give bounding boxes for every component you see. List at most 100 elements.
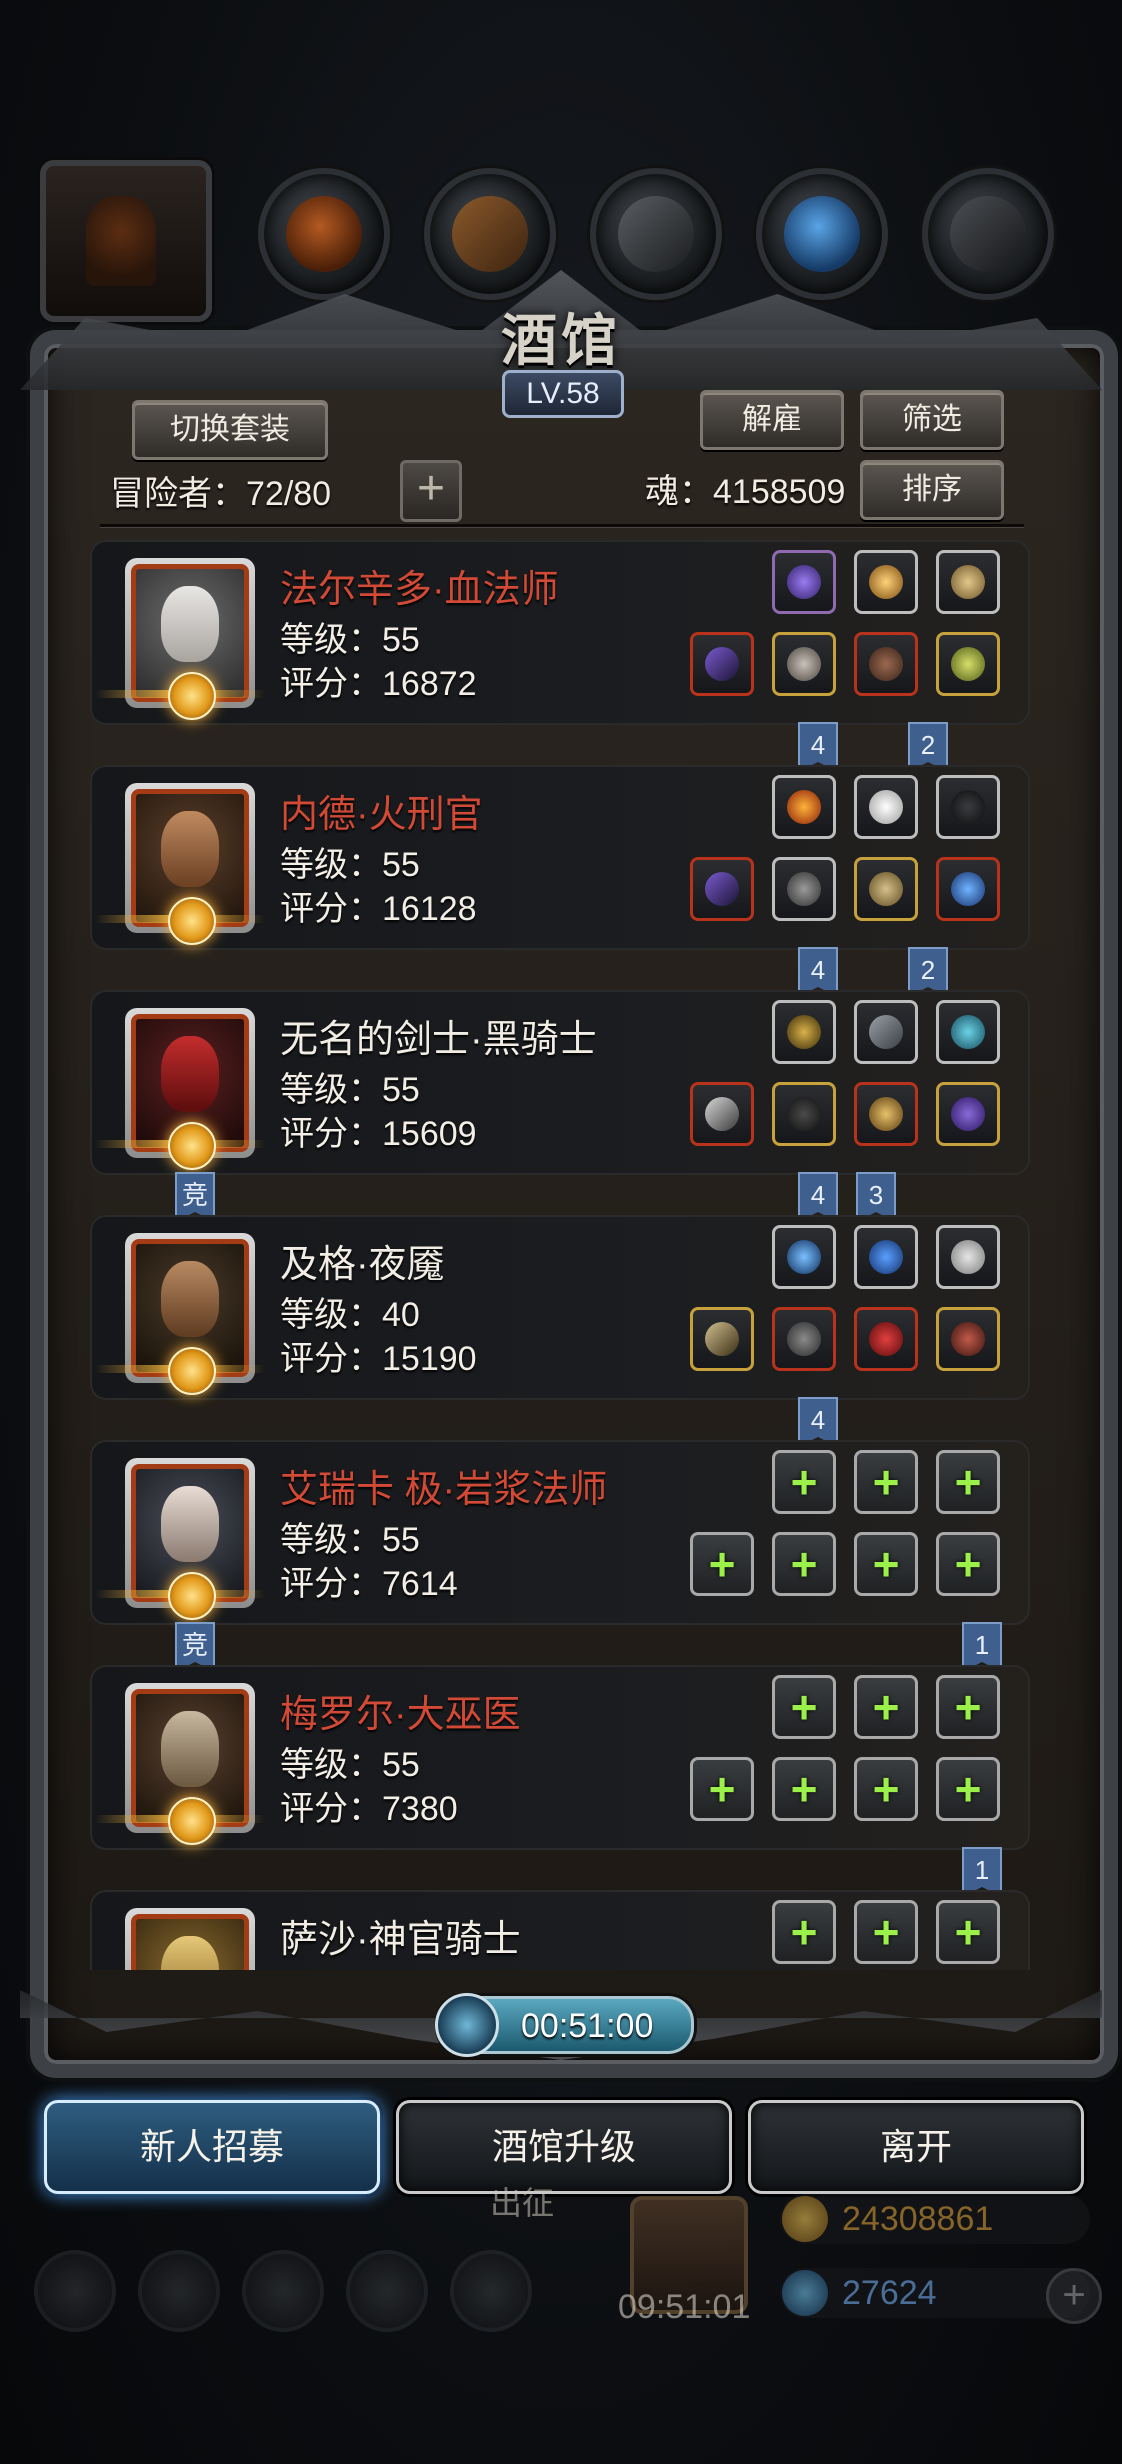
gear-slot[interactable] xyxy=(854,550,918,614)
gear-slot[interactable] xyxy=(936,857,1000,921)
recruit-button[interactable]: 新人招募 xyxy=(44,2100,380,2194)
gear-slot[interactable] xyxy=(772,1307,836,1371)
mace-icon xyxy=(705,872,739,906)
mask-icon xyxy=(787,1015,821,1049)
rank-star-icon xyxy=(168,1122,216,1170)
sort-button[interactable]: 排序 xyxy=(860,460,1004,520)
hero-row[interactable]: 无名的剑士·黑骑士 等级：55 评分：15609 xyxy=(90,990,1030,1175)
gear-slot[interactable] xyxy=(772,775,836,839)
stack-icon xyxy=(618,196,694,272)
category-tab-5[interactable] xyxy=(756,168,888,300)
armor-icon xyxy=(787,872,821,906)
category-tab-6[interactable] xyxy=(922,168,1054,300)
gear-slot[interactable] xyxy=(772,1225,836,1289)
gear-slot[interactable] xyxy=(690,1082,754,1146)
helmet-icon xyxy=(869,872,903,906)
pebble-icon xyxy=(951,1240,985,1274)
tavern-level-badge: LV.58 xyxy=(502,370,624,418)
hero-row[interactable]: 内德·火刑官 等级：55 评分：16128 xyxy=(90,765,1030,950)
empty-gear-slot[interactable]: + xyxy=(936,1532,1000,1596)
switch-outfit-button[interactable]: 切换套装 xyxy=(132,400,328,460)
add-gear-icon: + xyxy=(954,1906,982,1958)
hero-score: 评分：7614 xyxy=(280,1565,458,1603)
empty-gear-slot[interactable]: + xyxy=(690,1532,754,1596)
amulet-icon xyxy=(787,565,821,599)
filter-button[interactable]: 筛选 xyxy=(860,390,1004,450)
hero-row[interactable]: 法尔辛多·血法师 等级：55 评分：16872 xyxy=(90,540,1030,725)
gear-slot[interactable] xyxy=(936,550,1000,614)
leave-button[interactable]: 离开 xyxy=(748,2100,1084,2194)
blue-orb-icon xyxy=(787,1240,821,1274)
gear-slot[interactable] xyxy=(854,1000,918,1064)
gear-slot[interactable] xyxy=(936,1000,1000,1064)
empty-gear-slot[interactable]: + xyxy=(936,1900,1000,1964)
empty-gear-slot[interactable]: + xyxy=(854,1532,918,1596)
gear-slot[interactable] xyxy=(854,1225,918,1289)
add-currency-icon[interactable]: + xyxy=(1046,2268,1102,2324)
empty-gear-slot[interactable]: + xyxy=(936,1757,1000,1821)
empty-gear-slot[interactable]: + xyxy=(772,1675,836,1739)
crate-icon xyxy=(452,196,528,272)
mail-icon[interactable] xyxy=(346,2250,428,2332)
crystal-icon xyxy=(951,1015,985,1049)
tome-icon xyxy=(869,647,903,681)
gear-slot[interactable] xyxy=(936,1225,1000,1289)
add-slot-button[interactable]: + xyxy=(400,460,462,522)
dismiss-button[interactable]: 解雇 xyxy=(700,390,844,450)
gear-slot[interactable] xyxy=(936,1307,1000,1371)
gear-slot[interactable] xyxy=(690,857,754,921)
category-tab-4[interactable] xyxy=(590,168,722,300)
empty-gear-slot[interactable]: + xyxy=(854,1675,918,1739)
guild-icon[interactable] xyxy=(450,2250,532,2332)
empty-gear-slot[interactable]: + xyxy=(772,1757,836,1821)
hero-name: 法尔辛多·血法师 xyxy=(280,569,559,611)
executioner-portrait-icon xyxy=(161,811,219,887)
badge-icon[interactable] xyxy=(138,2250,220,2332)
hero-row[interactable]: 萨沙·神官骑士 + + + xyxy=(90,1890,1030,1970)
empty-gear-slot[interactable]: + xyxy=(854,1900,918,1964)
gift-timer: 09:51:01 xyxy=(618,2288,751,2326)
gear-slot[interactable] xyxy=(854,857,918,921)
gear-slot[interactable] xyxy=(772,550,836,614)
spear-icon xyxy=(705,1322,739,1356)
hero-list[interactable]: 法尔辛多·血法师 等级：55 评分：16872 4 2 内德·火刑官 等级：55… xyxy=(70,540,1050,1970)
gear-slot[interactable] xyxy=(936,775,1000,839)
gear-slot[interactable] xyxy=(936,632,1000,696)
hero-row[interactable]: 梅罗尔·大巫医 等级：55 评分：7380 + + + + + + + xyxy=(90,1665,1030,1850)
empty-gear-slot[interactable]: + xyxy=(854,1450,918,1514)
chestplate-icon xyxy=(787,1322,821,1356)
category-tab-2[interactable] xyxy=(258,168,390,300)
codex-icon[interactable] xyxy=(242,2250,324,2332)
category-tab-3[interactable] xyxy=(424,168,556,300)
gear-slot[interactable] xyxy=(772,857,836,921)
empty-gear-slot[interactable]: + xyxy=(690,1757,754,1821)
gear-slot[interactable] xyxy=(854,1082,918,1146)
add-gear-icon: + xyxy=(708,1538,736,1590)
gear-slot[interactable] xyxy=(854,632,918,696)
gear-slot[interactable] xyxy=(772,1082,836,1146)
gear-slot[interactable] xyxy=(854,775,918,839)
gear-slot[interactable] xyxy=(772,632,836,696)
empty-gear-slot[interactable]: + xyxy=(936,1675,1000,1739)
gear-slot[interactable] xyxy=(854,1307,918,1371)
hero-row[interactable]: 及格·夜魇 等级：40 评分：15190 xyxy=(90,1215,1030,1400)
gear-slot[interactable] xyxy=(772,1000,836,1064)
potion-icon xyxy=(869,1240,903,1274)
empty-gear-slot[interactable]: + xyxy=(772,1532,836,1596)
empty-gear-slot[interactable]: + xyxy=(772,1900,836,1964)
timer-text: 00:51:00 xyxy=(521,2007,654,2045)
empty-gear-slot[interactable]: + xyxy=(772,1450,836,1514)
gear-slot[interactable] xyxy=(690,632,754,696)
upgrade-tavern-button[interactable]: 酒馆升级 xyxy=(396,2100,732,2194)
settings-icon[interactable] xyxy=(34,2250,116,2332)
add-gear-icon: + xyxy=(954,1456,982,1508)
expedition-label: 出征 xyxy=(490,2185,555,2221)
empty-gear-slot[interactable]: + xyxy=(936,1450,1000,1514)
empty-gear-slot[interactable]: + xyxy=(854,1757,918,1821)
gear-slot[interactable] xyxy=(936,1082,1000,1146)
fire-icon xyxy=(787,790,821,824)
gear-slot[interactable] xyxy=(690,1307,754,1371)
add-gear-icon: + xyxy=(790,1763,818,1815)
hero-portrait xyxy=(125,1908,255,1970)
hero-row[interactable]: 艾瑞卡 极·岩浆法师 等级：55 评分：7614 + + + + + + + xyxy=(90,1440,1030,1625)
